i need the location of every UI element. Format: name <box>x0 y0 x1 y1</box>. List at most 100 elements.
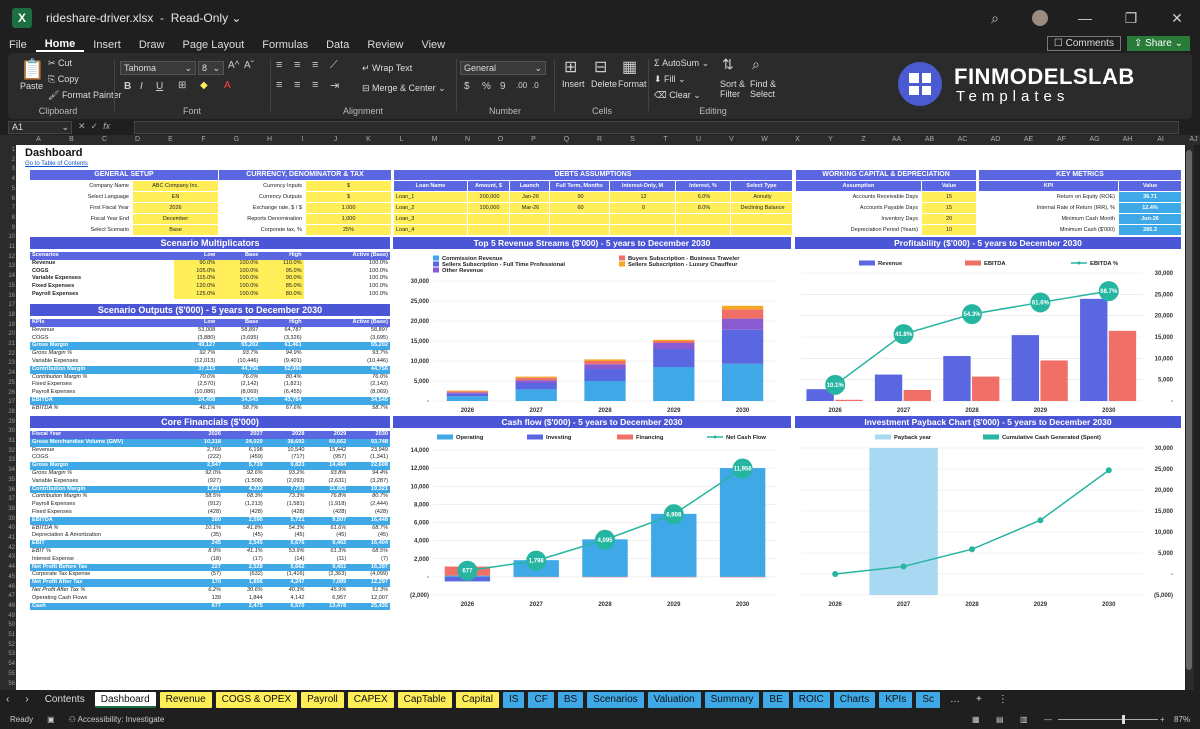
sheet-tab[interactable]: Dashboard <box>94 692 156 708</box>
search-icon[interactable]: ⌕ <box>972 10 1018 27</box>
loan-value[interactable]: Annuity <box>731 192 792 202</box>
row-header[interactable]: 56 <box>2 681 15 687</box>
row-header[interactable]: 15 <box>2 283 15 289</box>
row-header[interactable]: 18 <box>2 312 15 318</box>
loan-value[interactable] <box>550 225 609 235</box>
bar-segment[interactable] <box>653 349 695 367</box>
find-select-button[interactable]: Find & Select <box>750 79 778 99</box>
insert-cells-icon[interactable]: ⊞ <box>564 57 577 77</box>
column-header[interactable]: M <box>418 136 451 143</box>
row-header[interactable]: 36 <box>2 487 15 493</box>
font-name-select[interactable]: Tahoma ⌄ <box>120 61 196 75</box>
toc-link[interactable]: Go to Table of Contents <box>25 161 88 167</box>
loan-value[interactable] <box>468 214 509 224</box>
setting-value[interactable]: 1,000 <box>306 214 391 224</box>
row-header[interactable]: 5 <box>2 186 15 192</box>
sheet-tab[interactable]: Summary <box>704 692 760 708</box>
loan-name[interactable]: Loan_2 <box>394 203 467 213</box>
find-select-icon[interactable]: ⌕ <box>752 56 760 73</box>
loan-value[interactable] <box>610 225 675 235</box>
column-header[interactable]: AE <box>1012 136 1045 143</box>
loan-value[interactable] <box>731 214 792 224</box>
format-button[interactable]: Format <box>618 79 647 89</box>
fill-button[interactable]: ⬇ Fill ⌄ <box>654 74 686 85</box>
sort-filter-button[interactable]: Sort & Filter <box>720 79 748 99</box>
row-header[interactable]: 55 <box>2 671 15 677</box>
enter-icon[interactable]: ✓ <box>91 121 99 131</box>
row-header[interactable]: 8 <box>2 215 15 221</box>
column-header[interactable]: W <box>748 136 781 143</box>
column-header[interactable]: K <box>352 136 385 143</box>
align-middle-icon[interactable]: ≡ <box>294 59 300 71</box>
row-header[interactable]: 26 <box>2 390 15 396</box>
bar-segment[interactable] <box>721 329 764 364</box>
row-header[interactable]: 6 <box>2 196 15 202</box>
loan-value[interactable] <box>510 225 549 235</box>
paste-icon[interactable]: 📋 <box>20 57 45 82</box>
bar-segment[interactable] <box>719 468 766 577</box>
row-header[interactable]: 50 <box>2 622 15 628</box>
bar-segment[interactable] <box>515 380 557 383</box>
sheet-tab[interactable]: Contents <box>39 692 91 708</box>
column-header[interactable]: N <box>451 136 484 143</box>
page-layout-icon[interactable]: ▤ <box>996 715 1004 724</box>
row-header[interactable]: 25 <box>2 380 15 386</box>
comma-icon[interactable]: 9 <box>500 81 506 92</box>
percent-icon[interactable]: % <box>482 81 491 92</box>
sheet-tab[interactable]: Charts <box>833 692 876 708</box>
macro-icon[interactable]: ▣ <box>47 715 55 724</box>
bar-segment[interactable] <box>515 376 557 378</box>
setting-value[interactable]: EN <box>133 192 218 202</box>
row-header[interactable]: 40 <box>2 525 15 531</box>
autosum-button[interactable]: Σ AutoSum ⌄ <box>654 58 709 69</box>
row-header[interactable]: 2 <box>2 157 15 163</box>
row-header[interactable]: 28 <box>2 409 15 415</box>
sheet-tab[interactable]: Sc <box>916 692 940 708</box>
tabs-menu-icon[interactable]: ⋮ <box>992 692 1014 708</box>
row-header[interactable]: 7 <box>2 205 15 211</box>
row-header[interactable]: 11 <box>2 244 15 250</box>
data-point[interactable] <box>1105 467 1112 474</box>
loan-value[interactable] <box>731 225 792 235</box>
row-header[interactable]: 53 <box>2 651 15 657</box>
fx-icon[interactable]: fx <box>103 121 110 131</box>
bar-segment[interactable] <box>446 393 489 397</box>
minimize-icon[interactable]: — <box>1062 10 1108 26</box>
sheet-tab[interactable]: CF <box>528 692 554 708</box>
row-header[interactable]: 19 <box>2 322 15 328</box>
menu-page-layout[interactable]: Page Layout <box>173 39 253 51</box>
sheet-tab[interactable]: CapTable <box>397 692 452 708</box>
setting-value[interactable]: December <box>133 214 218 224</box>
zoom-in-icon[interactable]: + <box>1160 715 1165 724</box>
loan-name[interactable]: Loan_1 <box>394 192 467 202</box>
bar[interactable] <box>903 389 931 401</box>
bar[interactable] <box>972 376 1000 401</box>
row-header[interactable]: 31 <box>2 438 15 444</box>
maximize-icon[interactable]: ❐ <box>1108 10 1154 27</box>
sheet-tab[interactable]: Capital <box>455 692 500 708</box>
column-header[interactable]: R <box>583 136 616 143</box>
worksheet-grid[interactable]: Dashboard Go to Table of Contents GENERA… <box>16 145 1185 690</box>
sheet-tab[interactable]: Scenarios <box>587 692 644 708</box>
loan-value[interactable] <box>676 214 730 224</box>
setting-value[interactable]: Base <box>133 225 218 235</box>
row-header[interactable]: 41 <box>2 535 15 541</box>
add-sheet-icon[interactable]: + <box>970 692 988 708</box>
menu-data[interactable]: Data <box>317 39 358 51</box>
cut-button[interactable]: ✂ Cut <box>48 58 72 69</box>
bar-segment[interactable] <box>584 369 626 381</box>
zoom-out-icon[interactable]: — <box>1044 715 1052 724</box>
number-format-select[interactable]: General ⌄ <box>460 61 546 75</box>
bar-segment[interactable] <box>584 359 626 361</box>
row-header[interactable]: 30 <box>2 428 15 434</box>
row-header[interactable]: 51 <box>2 632 15 638</box>
share-button[interactable]: ⇪ Share ⌄ <box>1126 36 1190 51</box>
row-header[interactable]: 23 <box>2 360 15 366</box>
bold-icon[interactable]: B <box>124 81 131 92</box>
bar[interactable] <box>1080 298 1108 401</box>
row-header[interactable]: 16 <box>2 293 15 299</box>
row-header[interactable]: 54 <box>2 661 15 667</box>
fill-color-icon[interactable]: ◆ <box>200 80 208 91</box>
bar-segment[interactable] <box>515 389 557 401</box>
name-box[interactable]: A1 ⌄ <box>8 120 72 134</box>
